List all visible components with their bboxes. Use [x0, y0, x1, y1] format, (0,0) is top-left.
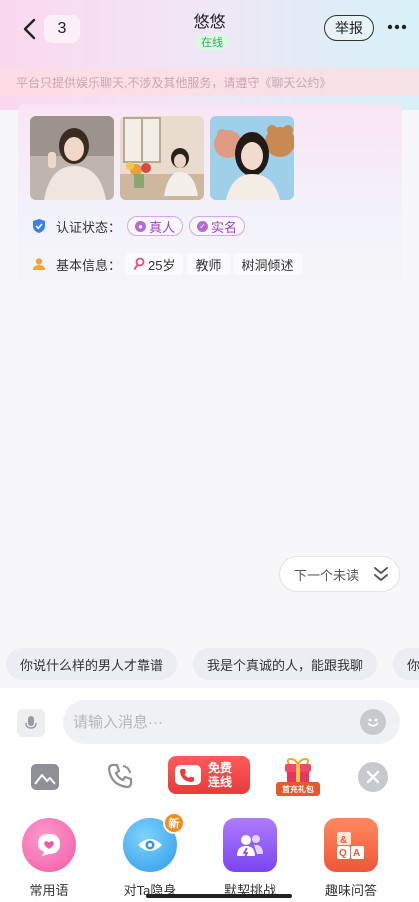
profile-photo[interactable] [30, 116, 114, 200]
auth-status-row: 认证状态： ● 真人 ✓ 实名 [32, 216, 246, 236]
tool-bar: 免费 连线 首充礼包 [0, 756, 419, 798]
feature-label: 趣味问答 [324, 883, 377, 898]
home-indicator [146, 894, 292, 898]
heart-chat-icon [22, 818, 76, 872]
close-icon [366, 770, 380, 784]
quick-reply-chip[interactable]: 你 [393, 648, 419, 680]
profile-card: 认证状态： ● 真人 ✓ 实名 基本信息： 25岁 教师 树洞倾述 [18, 104, 402, 309]
real-name-tag-label: 实名 [211, 219, 238, 235]
first-recharge-gift-button[interactable]: 首充礼包 [276, 758, 320, 798]
fun-qa-button[interactable]: & Q A 趣味问答 [311, 818, 391, 899]
common-phrases-button[interactable]: 常用语 [9, 818, 89, 899]
feature-bar: 常用语 新 对Ta隐身 默契挑战 & Q A 趣味问答 [0, 812, 419, 902]
eye-icon: 新 [123, 812, 185, 872]
voice-button[interactable] [17, 709, 45, 737]
free-call-label-1: 免费 [208, 761, 233, 775]
basic-info-row: 基本信息： 25岁 教师 树洞倾述 [32, 253, 302, 275]
users-challenge-icon [223, 818, 277, 872]
person-badge-icon: ● [135, 220, 147, 232]
double-chevron-down-icon [374, 567, 388, 581]
report-button[interactable]: 举报 [324, 15, 374, 41]
svg-text:Q: Q [339, 848, 347, 859]
svg-text:&: & [340, 835, 347, 846]
next-unread-button[interactable]: 下一个未读 [279, 556, 400, 592]
smiley-icon [367, 718, 379, 727]
photo-gallery [30, 116, 294, 200]
real-person-tag: ● 真人 [127, 216, 184, 236]
message-input[interactable] [63, 700, 400, 744]
shield-badge-icon: ✓ [197, 220, 209, 232]
quick-reply-chip[interactable]: 我是个真诚的人，能跟我聊 [193, 648, 378, 680]
phone-icon [107, 763, 133, 789]
shield-check-icon [33, 219, 45, 233]
free-call-label-2: 连线 [208, 775, 233, 789]
chat-rules-notice: 平台只提供娱乐聊天,不涉及其他服务，请遵守《聊天公约》 [0, 68, 419, 96]
real-name-tag: ✓ 实名 [189, 216, 246, 236]
more-button[interactable] [384, 14, 410, 40]
input-panel: 免费连线 首充礼包 常用语 新 对Ta隐身 默契挑战 [0, 688, 419, 902]
tacit-challenge-button[interactable]: 默契挑战 [210, 818, 290, 899]
chat-header: 3 悠悠 在线 举报 [0, 0, 419, 62]
profile-photo[interactable] [210, 116, 294, 200]
quick-reply-bar: 你说什么样的男人才靠谱 我是个真诚的人，能跟我聊 你 [6, 648, 419, 680]
auth-status-label: 认证状态： [56, 219, 122, 235]
interest-tag: 树洞倾述 [233, 253, 302, 275]
qa-cards-icon: & Q A [324, 818, 378, 872]
profile-photo[interactable] [120, 116, 204, 200]
emoji-button[interactable] [360, 709, 386, 735]
age-tag: 25岁 [125, 253, 184, 275]
microphone-icon [25, 716, 37, 729]
person-icon [33, 258, 45, 270]
image-icon [31, 764, 59, 790]
new-badge: 新 [163, 812, 185, 834]
online-status-badge: 在线 [194, 34, 230, 50]
video-call-icon [175, 765, 201, 785]
basic-info-label: 基本信息： [56, 257, 122, 273]
gift-icon [285, 758, 311, 784]
hide-from-them-button[interactable]: 新 对Ta隐身 [110, 812, 190, 899]
feature-label: 常用语 [29, 883, 69, 898]
free-call-button[interactable]: 免费 连线 [168, 756, 250, 794]
more-dots-icon [387, 24, 407, 30]
quick-reply-chip[interactable]: 你说什么样的男人才靠谱 [6, 648, 178, 680]
close-toolbar-button[interactable] [358, 762, 388, 792]
age-value: 25岁 [148, 257, 176, 273]
voice-call-button[interactable] [104, 760, 136, 792]
job-tag: 教师 [187, 253, 230, 275]
real-person-tag-label: 真人 [149, 219, 176, 235]
female-icon [133, 257, 145, 270]
image-button[interactable] [29, 762, 61, 792]
gift-label: 首充礼包 [276, 782, 320, 796]
next-unread-label: 下一个未读 [294, 567, 360, 583]
svg-text:A: A [353, 848, 360, 859]
